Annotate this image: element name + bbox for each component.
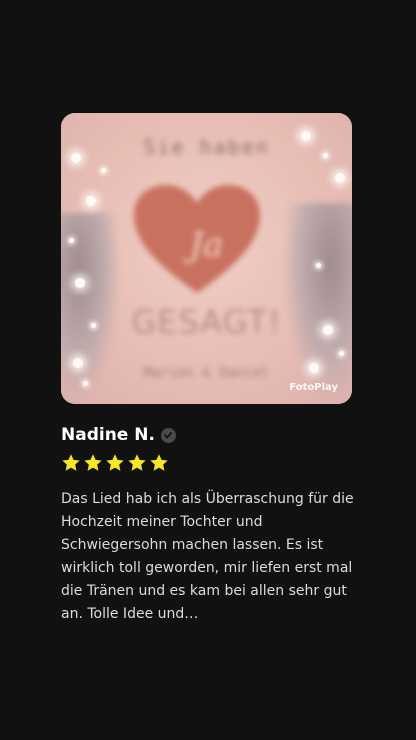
reviewer-name: Nadine N. [61,425,155,445]
sparkle-icon [301,131,311,141]
sparkle-icon [101,168,106,173]
sparkle-icon [323,153,328,158]
check-badge-icon [160,427,176,443]
sparkle-icon [75,278,85,288]
sparkle-icon [323,325,333,335]
sparkle-icon [316,263,321,268]
media-blurred-content: Sie haben Ja GESAGT! Marion & Daniel [61,113,352,404]
star-icon [128,454,146,471]
sparkle-icon [83,381,88,386]
review-text: Das Lied hab ich als Überraschung für di… [61,491,354,622]
star-icon [106,454,124,471]
star-icon [62,454,80,471]
sparkle-icon [71,153,81,163]
sparkle-icon [69,238,74,243]
watermark-logo: FotoPlay [289,382,338,393]
sparkle-icon [309,363,319,373]
heart-text: Ja [189,225,224,265]
star-icon [84,454,102,471]
star-rating [61,453,169,473]
reviewer-row: Nadine N. [61,425,176,445]
sparkle-icon [335,173,345,183]
sparkle-icon [339,351,344,356]
media-headline: GESAGT! [131,303,282,341]
sparkle-icon [73,358,83,368]
review-media-image[interactable]: Sie haben Ja GESAGT! Marion & Daniel Fot… [61,113,352,404]
star-icon [150,454,168,471]
sparkle-icon [86,196,96,206]
sparkle-icon [91,323,96,328]
